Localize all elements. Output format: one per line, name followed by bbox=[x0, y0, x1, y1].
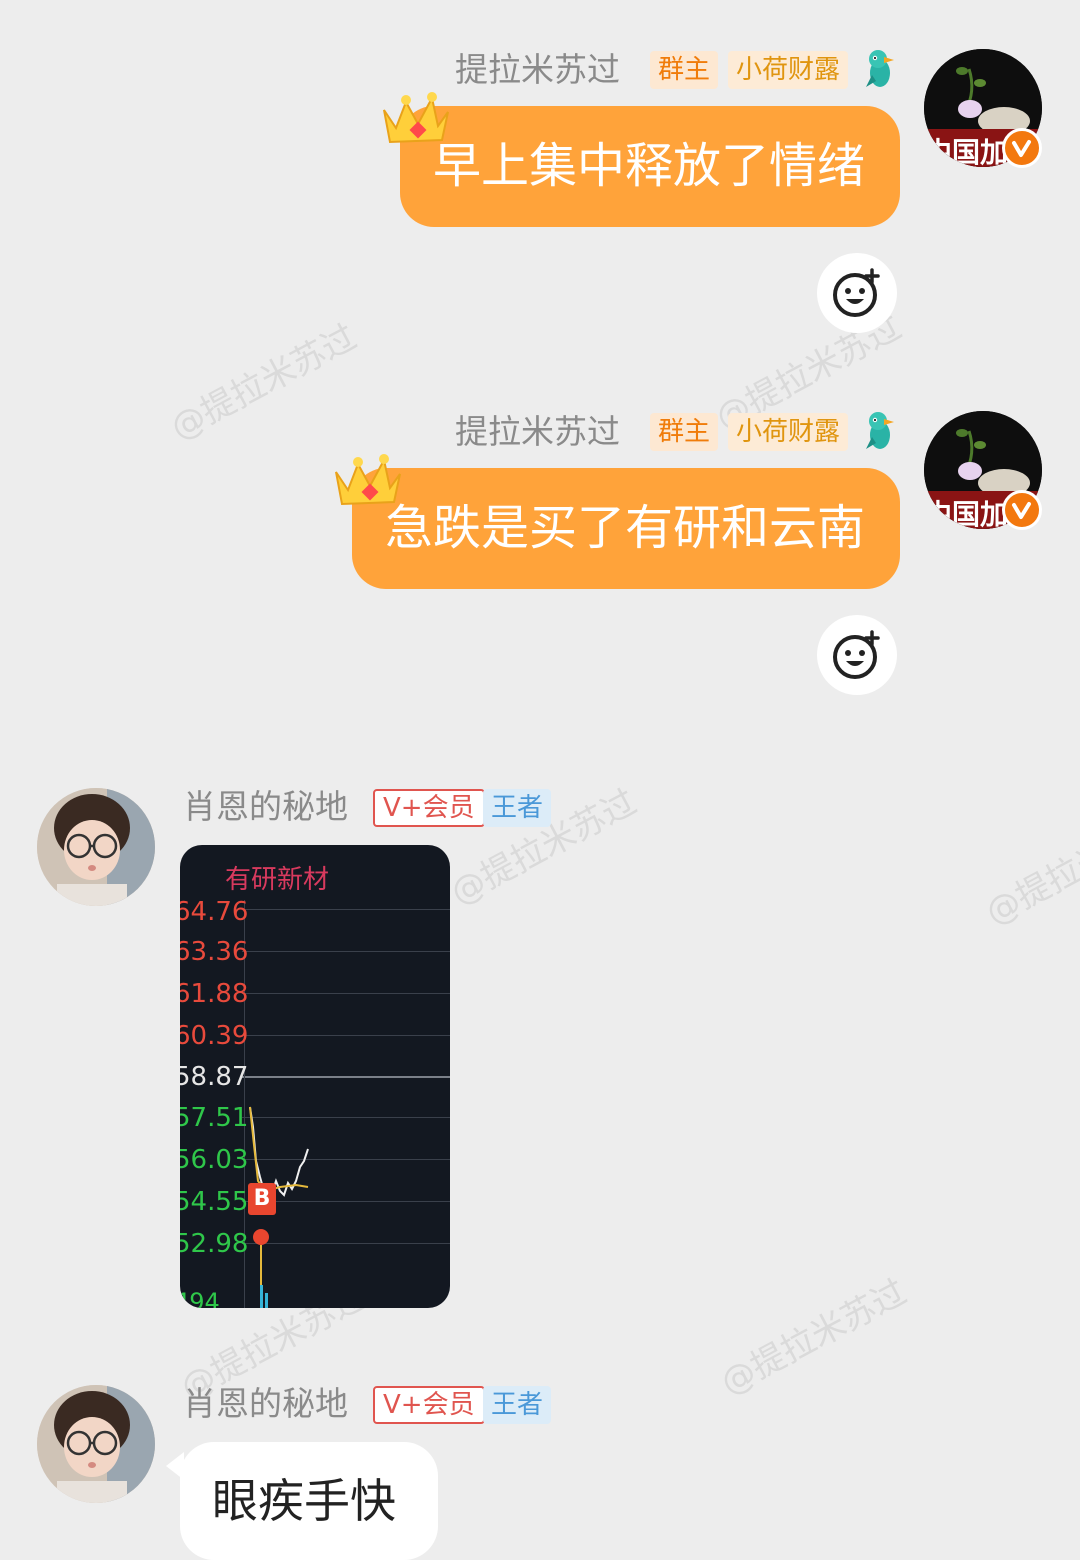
buy-marker: B bbox=[248, 1183, 276, 1215]
message-text: 急跌是买了有研和云南 bbox=[385, 500, 866, 556]
watermark: @提拉米苏过 bbox=[979, 802, 1080, 934]
avatar-text: 中国加 bbox=[924, 498, 1009, 529]
message-text: 眼疾手快 bbox=[212, 1474, 396, 1528]
stock-chart-image[interactable]: 有研新材 64.76 63.36 61.88 60.39 58.87 57.51… bbox=[180, 845, 450, 1308]
avatar[interactable] bbox=[37, 1385, 155, 1503]
owner-badge: 群主 bbox=[650, 413, 719, 451]
avatar-text: 中国加 bbox=[924, 136, 1009, 167]
price-line bbox=[249, 1106, 309, 1308]
sender-name[interactable]: 提拉米苏过 bbox=[455, 412, 620, 452]
add-reaction-button[interactable] bbox=[817, 253, 897, 333]
avatar[interactable] bbox=[37, 788, 155, 906]
crown-icon bbox=[383, 92, 449, 144]
watermark: @提拉米苏过 bbox=[714, 1272, 914, 1404]
avatar-image bbox=[37, 788, 155, 906]
message-bubble[interactable]: 早上集中释放了情绪 bbox=[400, 106, 900, 227]
avatar-image bbox=[37, 1385, 155, 1503]
sender-name[interactable]: 肖恩的秘地 bbox=[183, 787, 348, 827]
title-badge: 小荷财露 bbox=[728, 413, 849, 451]
verified-icon bbox=[1002, 490, 1042, 530]
crown-icon bbox=[335, 454, 401, 506]
bird-icon bbox=[866, 412, 894, 449]
owner-badge: 群主 bbox=[650, 51, 719, 89]
emoji-add-icon bbox=[833, 268, 880, 317]
message-bubble[interactable]: 急跌是买了有研和云南 bbox=[352, 468, 900, 589]
message-bubble[interactable]: 眼疾手快 bbox=[180, 1442, 438, 1560]
sender-name[interactable]: 提拉米苏过 bbox=[455, 50, 620, 90]
emoji-add-icon bbox=[833, 630, 880, 679]
watermark: @提拉米苏过 bbox=[164, 317, 364, 449]
vip-badge: V+会员 bbox=[373, 1386, 485, 1424]
sender-name[interactable]: 肖恩的秘地 bbox=[183, 1384, 348, 1424]
message-text: 早上集中释放了情绪 bbox=[433, 138, 866, 194]
vip-badge: V+会员 bbox=[373, 789, 485, 827]
bird-icon bbox=[866, 50, 894, 87]
add-reaction-button[interactable] bbox=[817, 615, 897, 695]
rank-badge: 王者 bbox=[483, 789, 552, 827]
rank-badge: 王者 bbox=[483, 1386, 552, 1424]
verified-icon bbox=[1002, 128, 1042, 168]
title-badge: 小荷财露 bbox=[728, 51, 849, 89]
